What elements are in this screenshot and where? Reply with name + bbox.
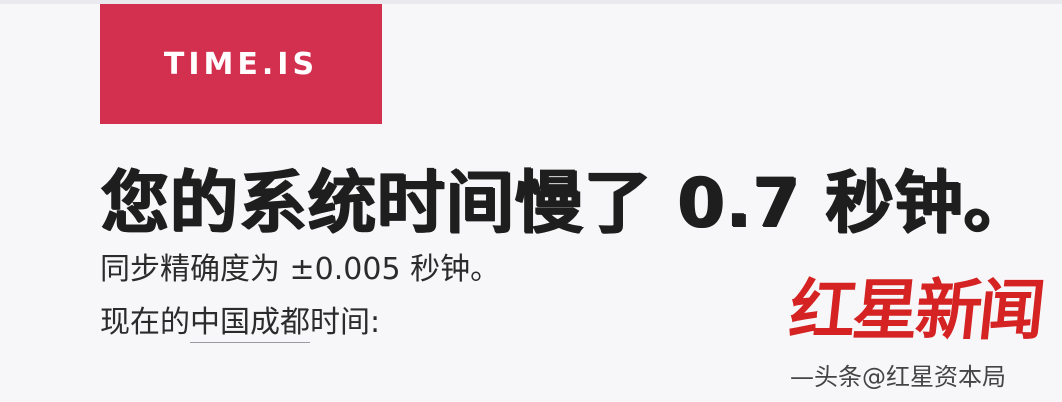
clock-offset-headline: 您的系统时间慢了 0.7 秒钟。 [100,164,1032,243]
location-suffix: 时间: [310,305,381,340]
location-prefix: 现在的 [100,305,190,340]
time-is-logo-link[interactable]: TIME.IS [100,4,382,124]
logo-text: TIME.IS [163,46,319,82]
current-time-location: 现在的中国成都时间: [100,303,380,343]
sync-accuracy-text: 同步精确度为 ±0.005 秒钟。 [100,252,501,287]
news-watermark-logo: 红星新闻 [786,270,1050,350]
watermark-text: 红星新闻 [785,271,1047,349]
source-credit: —头条@红星资本局 [790,363,1006,391]
location-link[interactable]: 中国成都 [190,305,310,343]
